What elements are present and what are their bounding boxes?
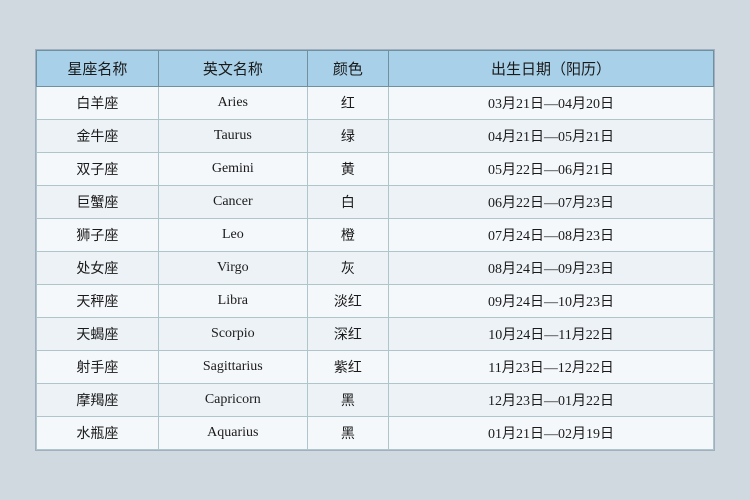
cell-color: 绿 <box>307 120 388 153</box>
cell-english: Virgo <box>158 252 307 285</box>
cell-date: 01月21日—02月19日 <box>389 417 714 450</box>
cell-chinese: 摩羯座 <box>37 384 159 417</box>
cell-english: Leo <box>158 219 307 252</box>
table-row: 双子座Gemini黄05月22日—06月21日 <box>37 153 714 186</box>
table-row: 天秤座Libra淡红09月24日—10月23日 <box>37 285 714 318</box>
cell-chinese: 天蝎座 <box>37 318 159 351</box>
cell-english: Sagittarius <box>158 351 307 384</box>
cell-english: Scorpio <box>158 318 307 351</box>
cell-color: 紫红 <box>307 351 388 384</box>
table-row: 天蝎座Scorpio深红10月24日—11月22日 <box>37 318 714 351</box>
cell-english: Cancer <box>158 186 307 219</box>
table-row: 处女座Virgo灰08月24日—09月23日 <box>37 252 714 285</box>
cell-date: 09月24日—10月23日 <box>389 285 714 318</box>
cell-color: 黑 <box>307 384 388 417</box>
table-row: 摩羯座Capricorn黑12月23日—01月22日 <box>37 384 714 417</box>
table-row: 白羊座Aries红03月21日—04月20日 <box>37 87 714 120</box>
zodiac-table: 星座名称 英文名称 颜色 出生日期（阳历） 白羊座Aries红03月21日—04… <box>36 50 714 450</box>
table-row: 水瓶座Aquarius黑01月21日—02月19日 <box>37 417 714 450</box>
header-english: 英文名称 <box>158 51 307 87</box>
cell-chinese: 天秤座 <box>37 285 159 318</box>
cell-chinese: 金牛座 <box>37 120 159 153</box>
cell-english: Gemini <box>158 153 307 186</box>
cell-color: 红 <box>307 87 388 120</box>
cell-color: 黑 <box>307 417 388 450</box>
cell-color: 黄 <box>307 153 388 186</box>
table-body: 白羊座Aries红03月21日—04月20日金牛座Taurus绿04月21日—0… <box>37 87 714 450</box>
cell-chinese: 水瓶座 <box>37 417 159 450</box>
cell-color: 橙 <box>307 219 388 252</box>
cell-english: Aquarius <box>158 417 307 450</box>
table-row: 巨蟹座Cancer白06月22日—07月23日 <box>37 186 714 219</box>
table-header-row: 星座名称 英文名称 颜色 出生日期（阳历） <box>37 51 714 87</box>
cell-chinese: 射手座 <box>37 351 159 384</box>
cell-date: 11月23日—12月22日 <box>389 351 714 384</box>
table-row: 射手座Sagittarius紫红11月23日—12月22日 <box>37 351 714 384</box>
cell-chinese: 狮子座 <box>37 219 159 252</box>
cell-date: 07月24日—08月23日 <box>389 219 714 252</box>
cell-english: Libra <box>158 285 307 318</box>
header-date: 出生日期（阳历） <box>389 51 714 87</box>
cell-date: 08月24日—09月23日 <box>389 252 714 285</box>
zodiac-table-container: 星座名称 英文名称 颜色 出生日期（阳历） 白羊座Aries红03月21日—04… <box>35 49 715 451</box>
cell-date: 03月21日—04月20日 <box>389 87 714 120</box>
cell-color: 淡红 <box>307 285 388 318</box>
cell-english: Aries <box>158 87 307 120</box>
header-chinese: 星座名称 <box>37 51 159 87</box>
cell-date: 10月24日—11月22日 <box>389 318 714 351</box>
cell-english: Taurus <box>158 120 307 153</box>
cell-color: 白 <box>307 186 388 219</box>
cell-chinese: 巨蟹座 <box>37 186 159 219</box>
table-row: 狮子座Leo橙07月24日—08月23日 <box>37 219 714 252</box>
cell-chinese: 处女座 <box>37 252 159 285</box>
table-row: 金牛座Taurus绿04月21日—05月21日 <box>37 120 714 153</box>
cell-date: 12月23日—01月22日 <box>389 384 714 417</box>
cell-color: 深红 <box>307 318 388 351</box>
cell-chinese: 白羊座 <box>37 87 159 120</box>
cell-english: Capricorn <box>158 384 307 417</box>
cell-date: 04月21日—05月21日 <box>389 120 714 153</box>
header-color: 颜色 <box>307 51 388 87</box>
cell-date: 05月22日—06月21日 <box>389 153 714 186</box>
cell-chinese: 双子座 <box>37 153 159 186</box>
cell-color: 灰 <box>307 252 388 285</box>
cell-date: 06月22日—07月23日 <box>389 186 714 219</box>
